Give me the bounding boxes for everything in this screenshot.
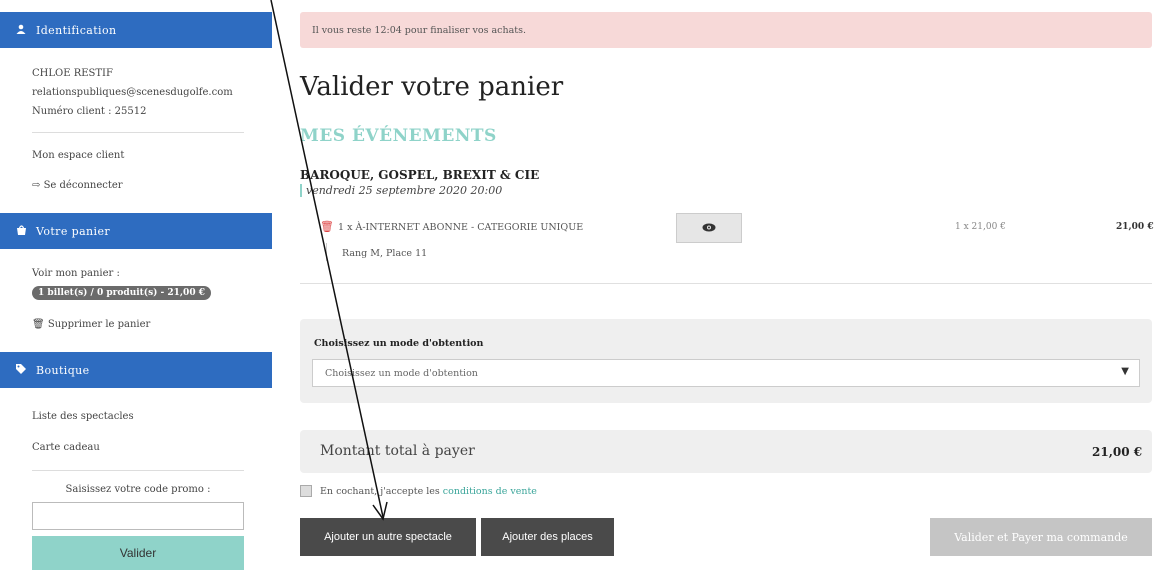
shopping-bag-icon xyxy=(14,224,28,238)
divider xyxy=(300,283,1152,284)
logout-link[interactable]: ⇨ Se déconnecter xyxy=(32,180,123,191)
promo-code-input[interactable] xyxy=(32,502,244,530)
seat-divider xyxy=(326,243,327,261)
identification-title: Identification xyxy=(36,23,117,37)
add-show-button[interactable]: Ajouter un autre spectacle xyxy=(300,518,476,556)
view-ticket-button[interactable] xyxy=(676,213,742,243)
delivery-label: Choisissez un mode d'obtention xyxy=(314,338,484,349)
shop-header: Boutique xyxy=(0,352,272,388)
events-heading: MES ÉVÉNEMENTS xyxy=(300,126,497,146)
user-email: relationspubliques@scenesdugolfe.com xyxy=(32,87,233,98)
terms-link[interactable]: conditions de vente xyxy=(443,486,537,497)
delivery-select-value: Choisissez un mode d'obtention xyxy=(325,367,478,379)
ticket-quantity: 1 x xyxy=(338,222,353,233)
cart-view-label[interactable]: Voir mon panier : xyxy=(32,268,120,279)
cart-title: Votre panier xyxy=(36,224,111,238)
divider xyxy=(32,132,244,133)
eye-icon xyxy=(702,221,716,235)
terms-prefix: En cochant, j'accepte les xyxy=(320,486,440,497)
seat-info: Rang M, Place 11 xyxy=(342,248,428,259)
cart-badge[interactable]: 1 billet(s) / 0 produit(s) - 21,00 € xyxy=(32,286,211,300)
shop-title: Boutique xyxy=(36,363,90,377)
tag-icon xyxy=(14,363,28,377)
delete-cart-label: Supprimer le panier xyxy=(47,319,151,330)
logout-icon: ⇨ xyxy=(32,180,41,191)
timer-alert: Il vous reste 12:04 pour finaliser vos a… xyxy=(300,12,1152,48)
promo-submit-button[interactable]: Valider xyxy=(32,536,244,570)
delete-cart-link[interactable]: 🗑 Supprimer le panier xyxy=(32,319,150,330)
shop-item-gift-card[interactable]: Carte cadeau xyxy=(32,442,100,453)
account-link[interactable]: Mon espace client xyxy=(32,150,124,161)
terms-text: En cochant, j'accepte les conditions de … xyxy=(320,486,537,497)
shop-item-shows[interactable]: Liste des spectacles xyxy=(32,411,134,422)
promo-label: Saisissez votre code promo : xyxy=(65,484,211,495)
logout-label: Se déconnecter xyxy=(43,180,123,191)
divider xyxy=(32,470,244,471)
ticket-line: 1 x À-INTERNET ABONNE - CATEGORIE UNIQUE xyxy=(338,222,583,233)
terms-checkbox[interactable] xyxy=(300,485,312,497)
line-total: 21,00 € xyxy=(1116,222,1154,232)
event-date: vendredi 25 septembre 2020 20:00 xyxy=(300,184,502,197)
client-number: Numéro client : 25512 xyxy=(32,106,147,117)
unit-price: 1 x 21,00 € xyxy=(955,222,1006,232)
add-seats-button[interactable]: Ajouter des places xyxy=(481,518,614,556)
delete-line-icon[interactable]: 🗑 xyxy=(320,220,334,233)
identification-header: Identification xyxy=(0,12,272,48)
pay-button[interactable]: Valider et Payer ma commande xyxy=(930,518,1152,556)
page-title: Valider votre panier xyxy=(300,72,564,102)
trash-icon: 🗑 xyxy=(32,319,45,330)
ticket-label: À-INTERNET ABONNE - CATEGORIE UNIQUE xyxy=(355,222,584,233)
user-icon xyxy=(14,24,28,37)
delivery-select[interactable]: Choisissez un mode d'obtention ▼ xyxy=(312,359,1140,387)
user-name: CHLOE RESTIF xyxy=(32,68,113,79)
chevron-down-icon: ▼ xyxy=(1121,366,1129,377)
total-value: 21,00 € xyxy=(1092,445,1143,459)
cart-header: Votre panier xyxy=(0,213,272,249)
total-label: Montant total à payer xyxy=(320,443,475,459)
event-title: BAROQUE, GOSPEL, BREXIT & CIE xyxy=(300,168,540,182)
